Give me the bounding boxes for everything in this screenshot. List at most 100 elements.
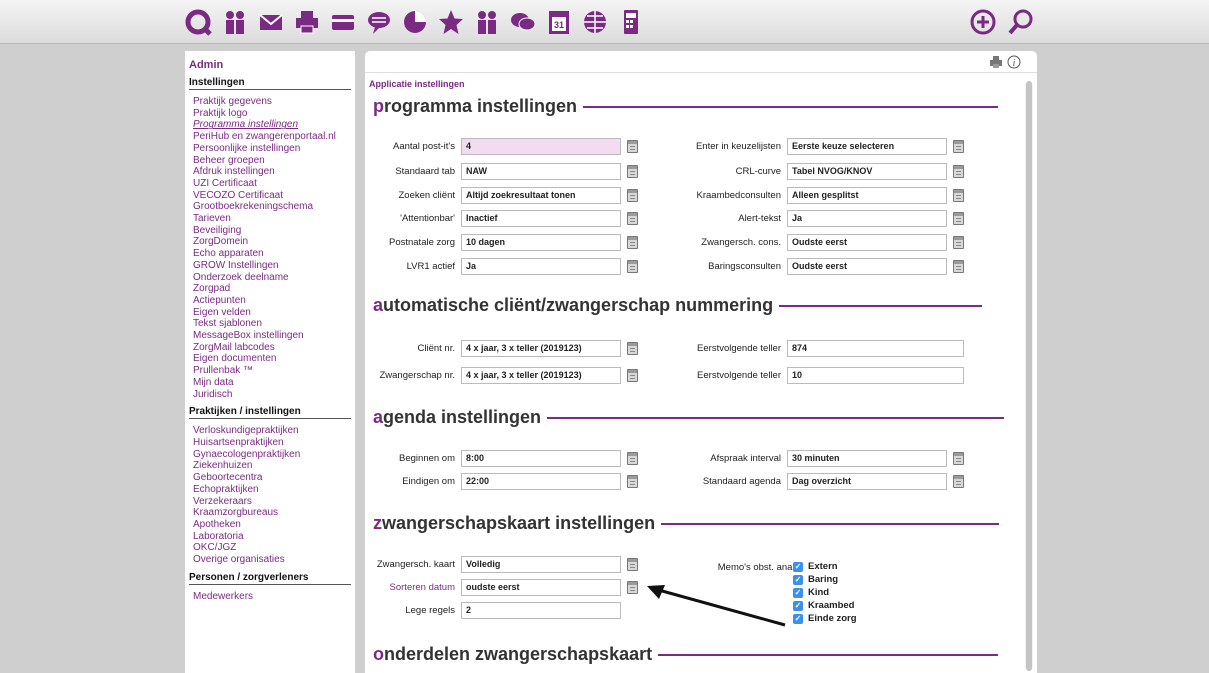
sidebar-item[interactable]: Praktijk gegevens — [189, 96, 351, 108]
notepad-icon[interactable] — [627, 236, 638, 249]
notepad-icon[interactable] — [953, 452, 964, 465]
setting-field[interactable]: Tabel NVOG/KNOV — [787, 163, 947, 180]
sidebar-item[interactable]: Zorgpad — [189, 283, 351, 295]
setting-field[interactable]: Oudste eerst — [787, 258, 947, 275]
setting-field[interactable]: Ja — [461, 258, 621, 275]
sidebar-item[interactable]: Gynaecologenpraktijken — [189, 449, 351, 461]
setting-field[interactable]: 4 x jaar, 3 x teller (2019123) — [461, 367, 621, 384]
sidebar-item[interactable]: ZorgMail labcodes — [189, 342, 351, 354]
sidebar-item[interactable]: Echo apparaten — [189, 248, 351, 260]
notepad-icon[interactable] — [953, 260, 964, 273]
notepad-icon[interactable] — [627, 452, 638, 465]
setting-field[interactable]: Oudste eerst — [787, 234, 947, 251]
sidebar-item[interactable]: Persoonlijke instellingen — [189, 143, 351, 155]
print-icon[interactable] — [989, 55, 1003, 69]
search-icon[interactable] — [1006, 7, 1036, 37]
sidebar-item[interactable]: ZorgDomein — [189, 236, 351, 248]
sidebar-item[interactable]: Apotheken — [189, 519, 351, 531]
memo-checkbox[interactable]: ✓ Kind — [793, 586, 857, 599]
sidebar-item[interactable]: Echopraktijken — [189, 484, 351, 496]
setting-field[interactable]: Volledig — [461, 556, 621, 573]
sidebar-item[interactable]: Overige organisaties — [189, 554, 351, 566]
refresh-icon[interactable] — [183, 7, 213, 37]
notepad-icon[interactable] — [953, 236, 964, 249]
pie-chart-icon[interactable] — [400, 7, 430, 37]
memo-checkbox[interactable]: ✓ Einde zorg — [793, 612, 857, 625]
sidebar-item[interactable]: Grootboekrekeningschema — [189, 201, 351, 213]
star-icon[interactable] — [436, 7, 466, 37]
notepad-icon[interactable] — [627, 212, 638, 225]
sidebar-item[interactable]: Verzekeraars — [189, 496, 351, 508]
setting-field[interactable]: 4 x jaar, 3 x teller (2019123) — [461, 340, 621, 357]
group-icon[interactable] — [472, 7, 502, 37]
sidebar-item[interactable]: Beveiliging — [189, 225, 351, 237]
sidebar-item[interactable]: VECOZO Certificaat — [189, 190, 351, 202]
globe-icon[interactable] — [580, 7, 610, 37]
printer-icon[interactable] — [292, 7, 322, 37]
sidebar-item[interactable]: Geboortecentra — [189, 472, 351, 484]
setting-field[interactable]: oudste eerst — [461, 579, 621, 596]
setting-field[interactable]: 10 dagen — [461, 234, 621, 251]
memo-checkbox[interactable]: ✓ Extern — [793, 560, 857, 573]
sidebar-item[interactable]: PeriHub en zwangerenportaal.nl — [189, 131, 351, 143]
messages-icon[interactable] — [508, 7, 538, 37]
scrollbar[interactable] — [1025, 81, 1033, 671]
sidebar-item[interactable]: OKC/JGZ — [189, 542, 351, 554]
sidebar-item[interactable]: Praktijk logo — [189, 108, 351, 120]
setting-field[interactable]: 22:00 — [461, 473, 621, 490]
notepad-icon[interactable] — [627, 558, 638, 571]
add-icon[interactable] — [968, 7, 998, 37]
notepad-icon[interactable] — [953, 165, 964, 178]
sidebar-item[interactable]: Tekst sjablonen — [189, 318, 351, 330]
notepad-icon[interactable] — [627, 189, 638, 202]
setting-field[interactable]: Alleen gesplitst — [787, 187, 947, 204]
calendar-icon[interactable]: 31 — [544, 7, 574, 37]
setting-field[interactable]: NAW — [461, 163, 621, 180]
setting-field[interactable]: 2 — [461, 602, 621, 619]
sidebar-item[interactable]: Juridisch — [189, 389, 351, 401]
sidebar-item[interactable]: Beheer groepen — [189, 155, 351, 167]
sidebar-item[interactable]: Actiepunten — [189, 295, 351, 307]
sidebar-item[interactable]: Tarieven — [189, 213, 351, 225]
notepad-icon[interactable] — [627, 260, 638, 273]
mail-icon[interactable] — [256, 7, 286, 37]
notepad-icon[interactable] — [627, 475, 638, 488]
setting-field[interactable]: 30 minuten — [787, 450, 947, 467]
notepad-icon[interactable] — [953, 475, 964, 488]
notepad-icon[interactable] — [627, 140, 638, 153]
people-icon[interactable] — [220, 7, 250, 37]
sidebar-item[interactable]: Afdruk instellingen — [189, 166, 351, 178]
sidebar-item[interactable]: MessageBox instellingen — [189, 330, 351, 342]
setting-field[interactable]: 10 — [787, 367, 964, 384]
notepad-icon[interactable] — [627, 165, 638, 178]
setting-field[interactable]: 8:00 — [461, 450, 621, 467]
sidebar-item[interactable]: Mijn data — [189, 377, 351, 389]
checkbox-checked-icon[interactable]: ✓ — [793, 561, 803, 572]
info-icon[interactable]: i — [1007, 55, 1021, 69]
setting-field[interactable]: Altijd zoekresultaat tonen — [461, 187, 621, 204]
notepad-icon[interactable] — [953, 212, 964, 225]
setting-field[interactable]: Inactief — [461, 210, 621, 227]
sidebar-item[interactable]: Ziekenhuizen — [189, 460, 351, 472]
sidebar-item[interactable]: GROW Instellingen — [189, 260, 351, 272]
sidebar-item[interactable]: Eigen velden — [189, 307, 351, 319]
card-icon[interactable] — [328, 7, 358, 37]
setting-field[interactable]: Dag overzicht — [787, 473, 947, 490]
sidebar-item[interactable]: Prullenbak ™ — [189, 365, 351, 377]
notepad-icon[interactable] — [953, 189, 964, 202]
sidebar-item[interactable]: Verloskundigepraktijken — [189, 425, 351, 437]
sidebar-item[interactable]: Kraamzorgbureaus — [189, 507, 351, 519]
sidebar-item[interactable]: Onderzoek deelname — [189, 272, 351, 284]
notepad-icon[interactable] — [953, 140, 964, 153]
sidebar-item[interactable]: Eigen documenten — [189, 353, 351, 365]
notepad-icon[interactable] — [627, 369, 638, 382]
sidebar-item[interactable]: Medewerkers — [189, 591, 351, 603]
sidebar-item[interactable]: Laboratoria — [189, 531, 351, 543]
memo-checkbox[interactable]: ✓ Baring — [793, 573, 857, 586]
setting-field[interactable]: Ja — [787, 210, 947, 227]
memo-checkbox[interactable]: ✓ Kraambed — [793, 599, 857, 612]
sidebar-item[interactable]: Programma instellingen — [189, 119, 351, 131]
setting-field[interactable]: 4 — [461, 138, 621, 155]
sidebar-item[interactable]: Huisartsenpraktijken — [189, 437, 351, 449]
setting-field[interactable]: 874 — [787, 340, 964, 357]
